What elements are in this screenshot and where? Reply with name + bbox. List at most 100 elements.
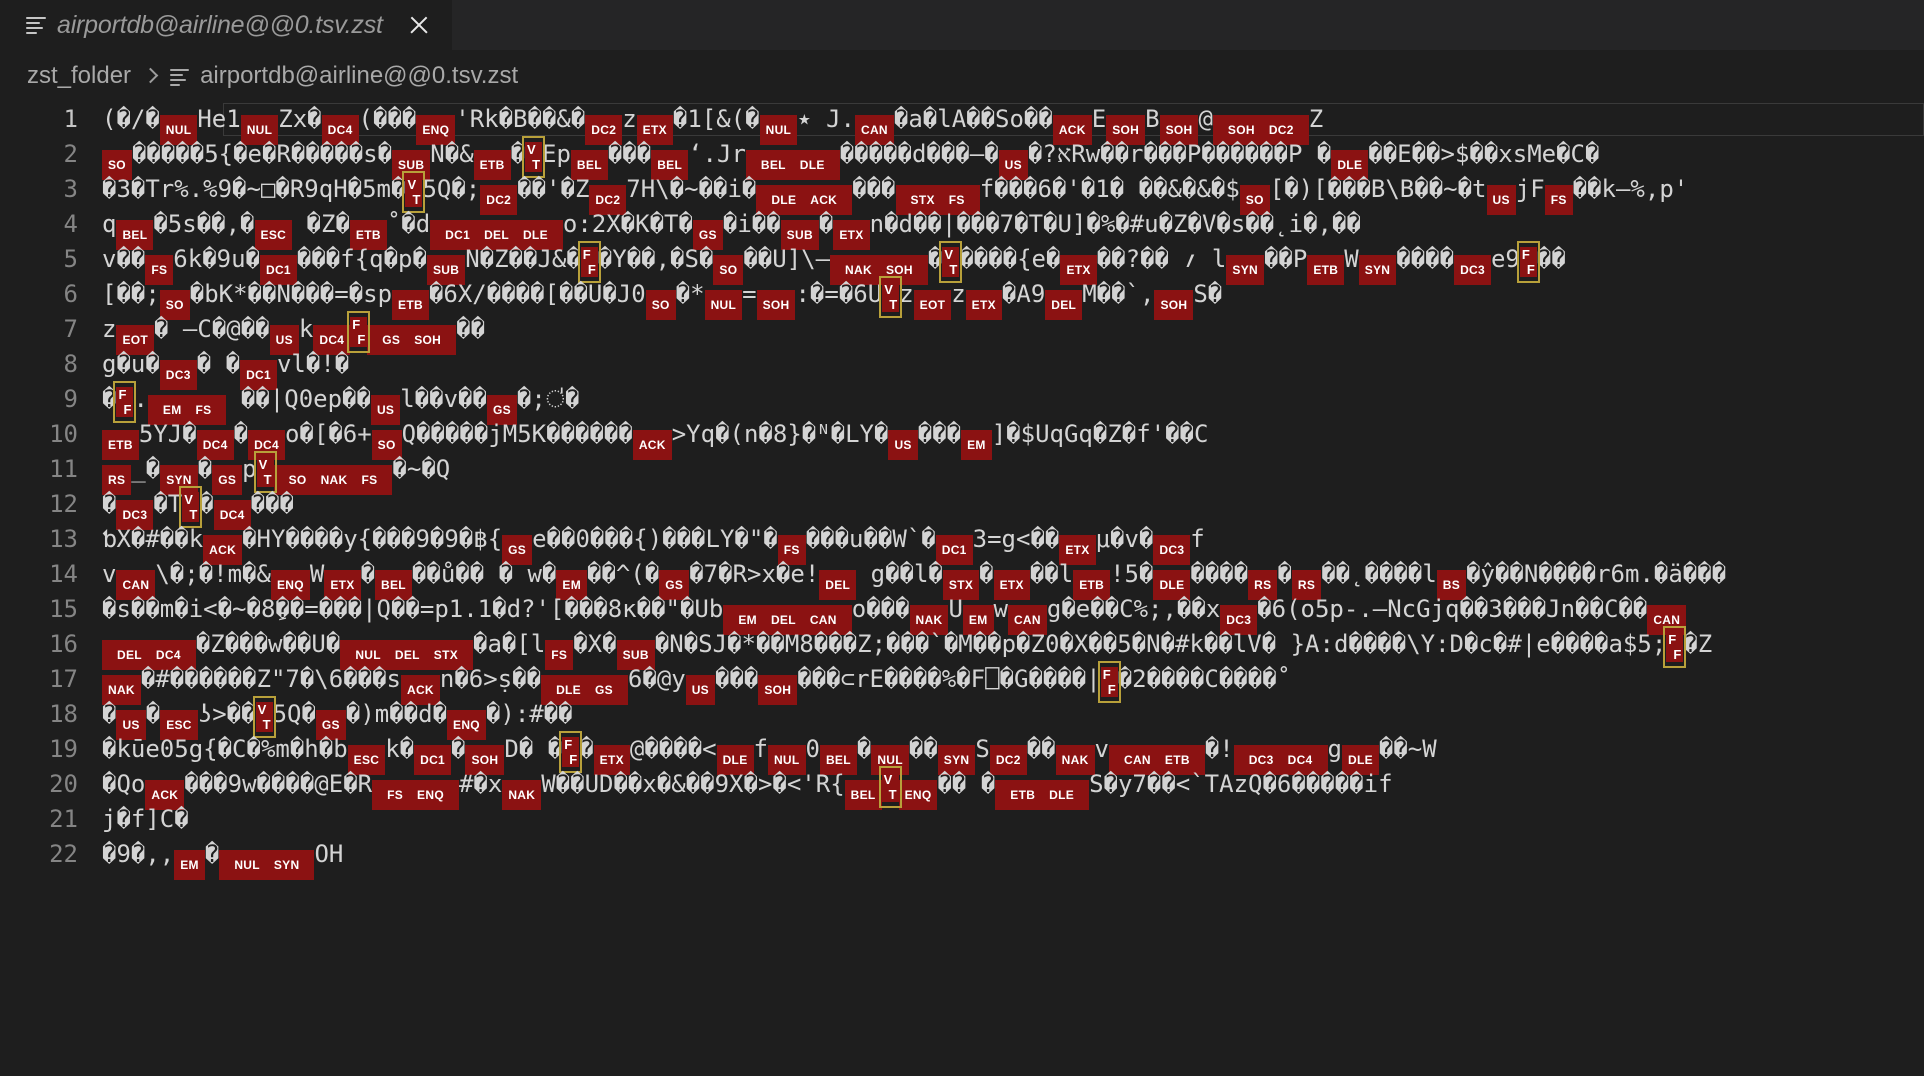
- text-run: �HY����y{���9�9�฿{: [242, 525, 503, 553]
- text-run: W: [309, 560, 325, 588]
- text-run: (���: [358, 105, 417, 133]
- line-content[interactable]: ETB 5YJ� DC4 � DC4 o�[�6+ SO Q�����jM5K������ AC…: [100, 417, 1924, 460]
- glyph-run: SO �����5{�e�R�����s� SUB N�& ETB � V T Ep BEL ���…: [102, 136, 1599, 180]
- line-content[interactable]: RS _� SYN � GS p V T SO NAK FS �~�Q: [100, 451, 1924, 495]
- editor-line[interactable]: 15 �s��m�i<�~�8�ِ�=���|Q��=p1.1�d?'[���8к…: [0, 592, 1924, 635]
- control-char-badge-highlighted: VT: [252, 696, 276, 738]
- text-run: 0: [805, 735, 820, 763]
- breadcrumb-item-folder[interactable]: zst_folder: [27, 62, 131, 90]
- text-run: �Y��,�S�: [597, 245, 714, 273]
- text-run: ��k—%,p': [1572, 175, 1689, 203]
- text-run: E: [1091, 105, 1107, 133]
- glyph-run: NAK �#������Z"7�\6���s ACK n�6>̣s�� DLE GS 6�@…: [102, 661, 1291, 705]
- line-content[interactable]: � DC3 �T V T � DC4 ���: [100, 486, 1924, 530]
- line-content[interactable]: NAK �#������Z"7�\6���s ACK n�6>̣s�� DLE GS 6�@…: [100, 661, 1924, 705]
- glyph-run: (�/� NUL He1 NUL Zx� DC4 (��� ENQ 'Rk�B��&� DC2 z E…: [102, 105, 1323, 145]
- editor-line[interactable]: 9 � F F. EM FS ��|Q0ep�� US l��v�� GS �;഻�: [0, 381, 1924, 425]
- line-content[interactable]: �kūe05g{�C�%m�h�b ESC k� DC1 � SOH D� � F F � ETX @…: [100, 731, 1924, 775]
- text-run: z: [102, 315, 117, 343]
- text-run: N�Z��J&�: [465, 245, 581, 273]
- close-icon[interactable]: [404, 10, 434, 40]
- text-run: �):#��: [485, 700, 573, 728]
- editor-line[interactable]: 10 ETB 5YJ� DC4 � DC4 o�[�6+ SO Q�����jM5K������…: [0, 417, 1924, 460]
- text-run: OH: [314, 840, 344, 868]
- line-content[interactable]: � US � ESC ʖ>�� V T 5Q� GS �)m��d� ENQ �):#��: [100, 696, 1924, 740]
- text-run: (�/�: [102, 105, 160, 133]
- editor-line[interactable]: 5 v�� FS 6k�9u� DC1 ���f{q�p� SUB N�Z��J&� F F �Y�…: [0, 241, 1924, 285]
- editor-line[interactable]: 6 [��; SO �bK*��N���=�sp ETB �6X/����[��U�J0 S…: [0, 276, 1924, 320]
- line-content[interactable]: �Qo ACK ���9w����@E�R FS ENQ #�x NAK W��UD��x�&…: [100, 766, 1924, 810]
- editor-line[interactable]: 8 g�u� DC3 � � DC1 vl�!�: [0, 347, 1924, 390]
- chevron-right-icon: [142, 67, 159, 83]
- text-run: �7�R>x�e!: [689, 560, 820, 588]
- glyph-run: � F F. EM FS ��|Q0ep�� US l��v�� GS �;഻�: [102, 381, 579, 425]
- editor-line[interactable]: 11 RS _� SYN � GS p V T SO NAK FS �~�Q: [0, 451, 1924, 495]
- line-content[interactable]: v CAN \�;�!m�& ENQ W ETX � BEL ��ů�� � w� EM ��^(�…: [100, 557, 1924, 600]
- control-char-badge: EM: [174, 850, 205, 880]
- editor-line[interactable]: 7 z EOT � —C�@�� US k DC4 F F GS SOH ��: [0, 311, 1924, 355]
- text-run: ���u��W`�: [805, 525, 936, 553]
- text-run: �kūe05g{�C�%m�h�b: [102, 735, 348, 763]
- line-content[interactable]: z EOT � —C�@�� US k DC4 F F GS SOH ��: [100, 311, 1924, 355]
- line-number: 11: [49, 455, 78, 483]
- text-run: !5�: [1110, 560, 1154, 588]
- text-run: �9�,,: [102, 840, 175, 868]
- breadcrumb-item-file[interactable]: airportdb@airline@@0.tsv.zst: [200, 62, 518, 90]
- line-content[interactable]: �3�Tr%.%9�~□�R9qH�5m� V T 5Q�; DC2 ��'�Z DC2 7H…: [100, 171, 1924, 215]
- editor-tab-bar: airportdb@airline@@0.tsv.zst: [0, 0, 1924, 50]
- line-number: 9: [63, 385, 78, 413]
- line-number: 10: [49, 420, 78, 448]
- glyph-run: � US � ESC ʖ>�� V T 5Q� GS �)m��d� ENQ �):#��: [102, 696, 573, 740]
- line-content[interactable]: v�� FS 6k�9u� DC1 ���f{q�p� SUB N�Z��J&� F F �Y��…: [100, 241, 1924, 285]
- text-run: e��0���{)���LY�"�: [532, 525, 778, 553]
- editor-line[interactable]: 18 � US � ESC ʖ>�� V T 5Q� GS �)m��d� ENQ �):#��: [0, 696, 1924, 740]
- text-run: ���: [917, 420, 962, 448]
- editor-tab-airportdb[interactable]: airportdb@airline@@0.tsv.zst: [0, 0, 452, 50]
- line-content[interactable]: ƅX�#��k ACK �HY����y{���9�9�฿{GS e��0���{)�…: [100, 522, 1924, 565]
- text-run: ��^(�: [587, 560, 660, 588]
- line-content[interactable]: g�u� DC3 � � DC1 vl�!�: [100, 347, 1924, 390]
- line-content[interactable]: [��; SO �bK*��N���=�sp ETB �6X/����[��U�J0 SO…: [100, 276, 1924, 320]
- text-run: jF: [1515, 175, 1545, 203]
- glyph-run: v�� FS 6k�9u� DC1 ���f{q�p� SUB N�Z��J&� F F �Y��…: [102, 241, 1566, 285]
- editor-line[interactable]: 22 �9�,, EM � NUL SYN OH: [0, 837, 1924, 880]
- text-run: n�d��|���7�T�U]�%�#u�Z�V�s��˛i�,��: [869, 210, 1361, 238]
- editor-line[interactable]: 21 j�f]C�: [0, 802, 1924, 837]
- line-content[interactable]: DEL DC4 �Z���w��U� NUL DEL STX �a�[l FS �X� SUB �N…: [100, 626, 1924, 670]
- editor-line[interactable]: 13 ƅX�#��k ACK �HY����y{���9�9�฿{GS e��0���{…: [0, 522, 1924, 565]
- editor-line[interactable]: 17 NAK �#������Z"7�\6���s ACK n�6>̣s�� DLE GS 6…: [0, 661, 1924, 705]
- line-content[interactable]: �9�,, EM � NUL SYN OH: [100, 837, 1924, 880]
- line-content[interactable]: SO �����5{�e�R�����s� SUB N�& ETB � V T Ep BEL ���…: [100, 136, 1924, 180]
- text-run: �: [199, 490, 214, 518]
- line-content[interactable]: q BEL �5s��,� ESC �Z� ETB ˚�d DC1 DEL DLE o:2X�K�…: [100, 207, 1924, 250]
- text-run: #�x: [458, 770, 503, 798]
- line-content[interactable]: (�/� NUL He1 NUL Zx� DC4 (��� ENQ 'Rk�B��&� DC2 z E…: [100, 102, 1924, 145]
- line-number: 14: [49, 560, 78, 588]
- glyph-run: [��; SO �bK*��N���=�sp ETB �6X/����[��U�J0 SO…: [102, 276, 1222, 320]
- editor-line[interactable]: 1 (�/� NUL He1 NUL Zx� DC4 (��� ENQ 'Rk�B��&� DC2 z…: [0, 102, 1924, 145]
- text-run: ��P: [1263, 245, 1308, 273]
- line-content[interactable]: �s��m�i<�~�8�ِ�=���|Q��=p1.1�d?'[���8к��…: [100, 592, 1924, 635]
- editor-line[interactable]: 3 �3�Tr%.%9�~□�R9qH�5m� V T 5Q�; DC2 ��'�Z DC2 7…: [0, 171, 1924, 215]
- text-run: �: [197, 455, 213, 483]
- editor-line[interactable]: 2 SO �����5{�e�R�����s� SUB N�& ETB � V T Ep BEL ��…: [0, 136, 1924, 180]
- breadcrumb: zst_folder airportdb@airline@@0.tsv.zst: [0, 50, 1924, 102]
- glyph-run: q BEL �5s��,� ESC �Z� ETB ˚�d DC1 DEL DLE o:2X�K�…: [102, 210, 1361, 250]
- line-number: 22: [49, 840, 78, 868]
- line-content[interactable]: j�f]C�: [100, 802, 1924, 837]
- editor-line[interactable]: 20 �Qo ACK ���9w����@E�R FS ENQ #�x NAK W��UD��x…: [0, 766, 1924, 810]
- editor-line[interactable]: 4 q BEL �5s��,� ESC �Z� ETB ˚�d DC1 DEL DLE o:2X�K…: [0, 207, 1924, 250]
- text-run: [�)[���B\B��~�t: [1269, 175, 1487, 203]
- editor-line[interactable]: 12 � DC3 �T V T � DC4 ���: [0, 486, 1924, 530]
- file-text-icon: [26, 15, 46, 35]
- text-run: ��: [1536, 245, 1566, 273]
- text-run: z: [951, 280, 966, 308]
- line-content[interactable]: � F F. EM FS ��|Q0ep�� US l��v�� GS �;഻�: [100, 381, 1924, 425]
- editor-line[interactable]: 16 DEL DC4 �Z���w��U� NUL DEL STX �a�[l FS �X� SUB…: [0, 626, 1924, 670]
- text-run: g�e��C%;,��x: [1046, 595, 1221, 623]
- editor-line[interactable]: 14 v CAN \�;�!m�& ENQ W ETX � BEL ��ů�� � w� EM ��^…: [0, 557, 1924, 600]
- text-run: �Z���w��U�: [195, 630, 341, 658]
- editor-line[interactable]: 19 �kūe05g{�C�%m�h�b ESC k� DC1 � SOH D� � F F � ET…: [0, 731, 1924, 775]
- text-run: �Z: [1683, 630, 1713, 658]
- code-editor[interactable]: 1 (�/� NUL He1 NUL Zx� DC4 (��� ENQ 'Rk�B��&� DC2 z…: [0, 102, 1924, 1076]
